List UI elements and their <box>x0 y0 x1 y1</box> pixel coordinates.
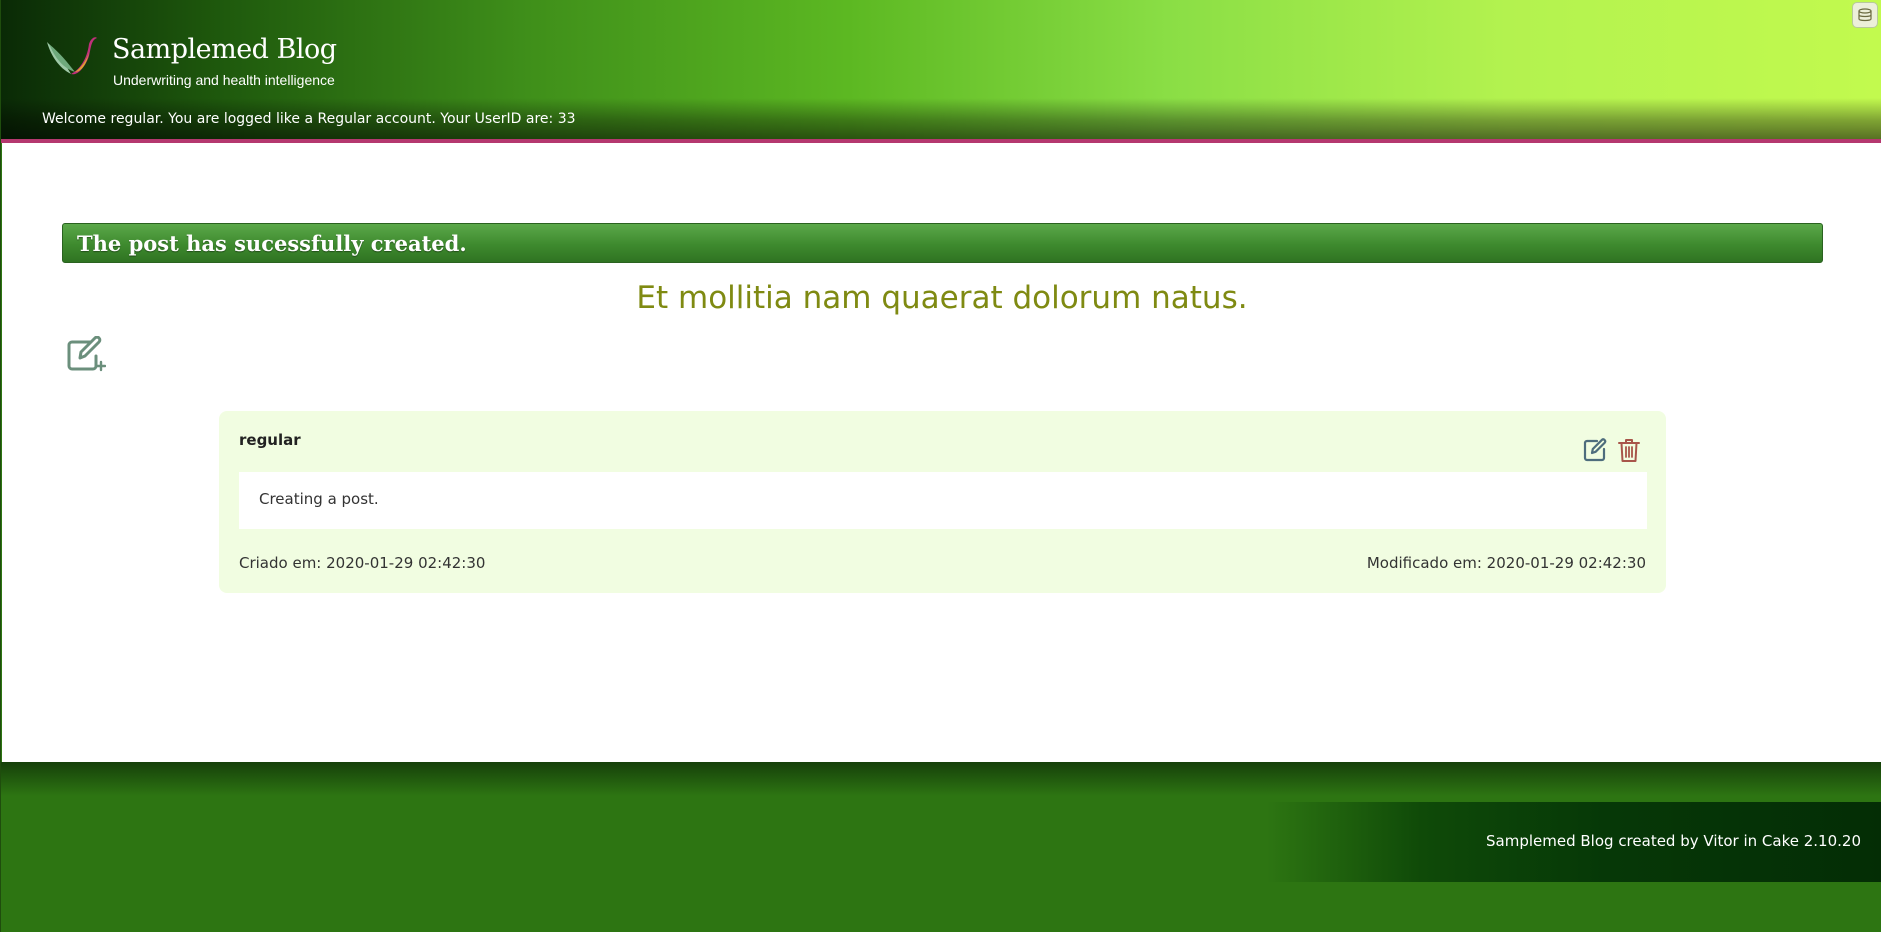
main-content: The post has sucessfully created. Et mol… <box>2 143 1881 762</box>
footer-credit[interactable]: Samplemed Blog created by Vitor in Cake … <box>1486 832 1861 850</box>
edit-icon[interactable] <box>1582 437 1608 463</box>
site-header: Samplemed Blog Underwriting and health i… <box>1 0 1881 139</box>
bird-logo-icon[interactable] <box>45 34 97 80</box>
edit-add-icon[interactable] <box>66 336 106 372</box>
comment-author: regular <box>239 431 301 449</box>
trash-icon[interactable] <box>1617 437 1641 463</box>
comment-modified-date: Modificado em: 2020-01-29 02:42:30 <box>1366 554 1646 572</box>
post-title: Et mollitia nam quaerat dolorum natus. <box>636 280 1248 316</box>
site-tagline: Underwriting and health intelligence <box>113 72 335 88</box>
flash-success-message: The post has sucessfully created. <box>62 223 1823 263</box>
comment-card: regular Creating a post. Criado em: 2020… <box>219 411 1666 593</box>
comment-body: Creating a post. <box>239 472 1647 529</box>
site-title[interactable]: Samplemed Blog <box>112 34 337 65</box>
footer-top-shadow <box>1 762 1881 796</box>
cake-icon[interactable] <box>1852 2 1878 28</box>
comment-created-date: Criado em: 2020-01-29 02:42:30 <box>239 554 486 572</box>
welcome-message: Welcome regular. You are logged like a R… <box>42 111 576 127</box>
